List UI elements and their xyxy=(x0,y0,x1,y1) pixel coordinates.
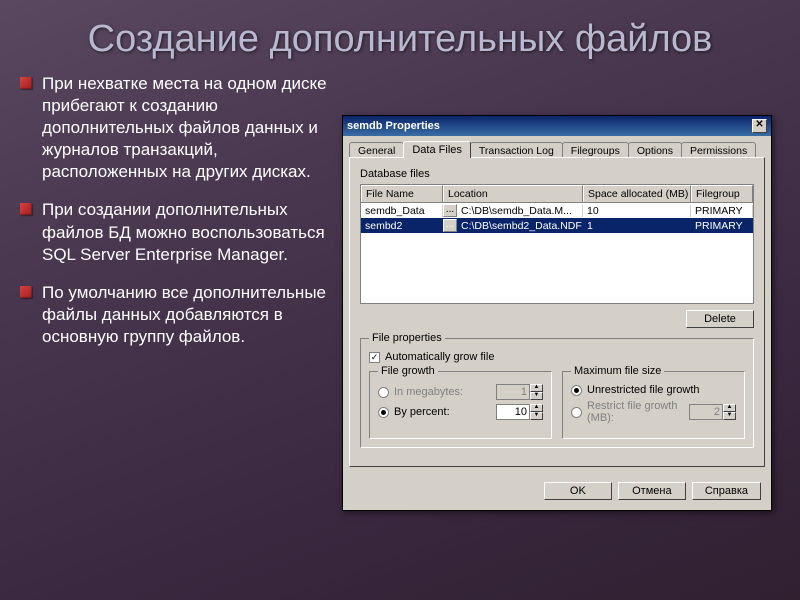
table-row[interactable]: semdb_Data ... C:\DB\semdb_Data.M... 10 … xyxy=(361,203,753,218)
slide-title: Создание дополнительных файлов xyxy=(0,0,800,73)
file-properties-group: File properties ✓ Automatically grow fil… xyxy=(360,338,754,448)
spinner-down-icon[interactable]: ▼ xyxy=(530,412,543,420)
titlebar[interactable]: semdb Properties ✕ xyxy=(343,116,771,136)
properties-dialog: semdb Properties ✕ General Data Files Tr… xyxy=(342,115,772,511)
auto-grow-checkbox[interactable]: ✓ xyxy=(369,352,380,363)
max-size-group: Maximum file size Unrestricted file grow… xyxy=(562,371,745,439)
browse-icon[interactable]: ... xyxy=(443,219,457,232)
cell-location: C:\DB\sembd2_Data.NDF xyxy=(457,220,583,232)
spinner-up-icon[interactable]: ▲ xyxy=(530,404,543,412)
cell-location: C:\DB\semdb_Data.M... xyxy=(457,205,583,217)
col-space[interactable]: Space allocated (MB) xyxy=(583,185,691,202)
in-megabytes-label: In megabytes: xyxy=(394,386,463,398)
bullet-list: При нехватке места на одном диске прибег… xyxy=(20,73,330,364)
grid-header: File Name Location Space allocated (MB) … xyxy=(361,185,753,203)
by-percent-label: By percent: xyxy=(394,406,450,418)
spinner-up-icon[interactable]: ▲ xyxy=(530,384,543,392)
tab-data-files[interactable]: Data Files xyxy=(403,141,471,158)
dialog-title: semdb Properties xyxy=(347,120,440,132)
auto-grow-label: Automatically grow file xyxy=(385,351,494,363)
spinner-down-icon[interactable]: ▼ xyxy=(723,412,736,420)
file-growth-group: File growth In megabytes: ▲▼ By percent:… xyxy=(369,371,552,439)
bullet-item: При нехватке места на одном диске прибег… xyxy=(20,73,330,183)
cell-file-name: sembd2 xyxy=(361,220,443,232)
bullet-item: При создании дополнительных файлов БД мо… xyxy=(20,199,330,265)
cancel-button[interactable]: Отмена xyxy=(618,482,686,500)
file-properties-label: File properties xyxy=(369,332,445,344)
browse-icon[interactable]: ... xyxy=(443,204,457,217)
megabytes-input xyxy=(496,384,530,400)
ok-button[interactable]: OK xyxy=(544,482,612,500)
restrict-label: Restrict file growth (MB): xyxy=(587,400,684,424)
radio-unrestricted[interactable] xyxy=(571,385,582,396)
help-button[interactable]: Справка xyxy=(692,482,761,500)
tab-strip: General Data Files Transaction Log Fileg… xyxy=(343,136,771,158)
restrict-input xyxy=(689,404,723,420)
radio-by-percent[interactable] xyxy=(378,407,389,418)
radio-in-megabytes[interactable] xyxy=(378,387,389,398)
cell-space: 1 xyxy=(583,220,691,232)
bullet-item: По умолчанию все дополнительные файлы да… xyxy=(20,282,330,348)
spinner-down-icon[interactable]: ▼ xyxy=(530,392,543,400)
files-grid[interactable]: File Name Location Space allocated (MB) … xyxy=(360,184,754,304)
cell-file-name: semdb_Data xyxy=(361,205,443,217)
tab-panel: Database files File Name Location Space … xyxy=(349,157,765,467)
col-filegroup[interactable]: Filegroup xyxy=(691,185,753,202)
radio-restrict[interactable] xyxy=(571,407,582,418)
spinner-up-icon[interactable]: ▲ xyxy=(723,404,736,412)
database-files-label: Database files xyxy=(360,168,754,180)
cell-filegroup: PRIMARY xyxy=(691,205,753,217)
close-icon[interactable]: ✕ xyxy=(752,119,767,133)
percent-input[interactable] xyxy=(496,404,530,420)
delete-button[interactable]: Delete xyxy=(686,310,754,328)
col-file-name[interactable]: File Name xyxy=(361,185,443,202)
file-growth-label: File growth xyxy=(378,365,438,377)
col-location[interactable]: Location xyxy=(443,185,583,202)
max-size-label: Maximum file size xyxy=(571,365,664,377)
cell-filegroup: PRIMARY xyxy=(691,220,753,232)
table-row[interactable]: sembd2 ... C:\DB\sembd2_Data.NDF 1 PRIMA… xyxy=(361,218,753,233)
unrestricted-label: Unrestricted file growth xyxy=(587,384,700,396)
cell-space: 10 xyxy=(583,205,691,217)
